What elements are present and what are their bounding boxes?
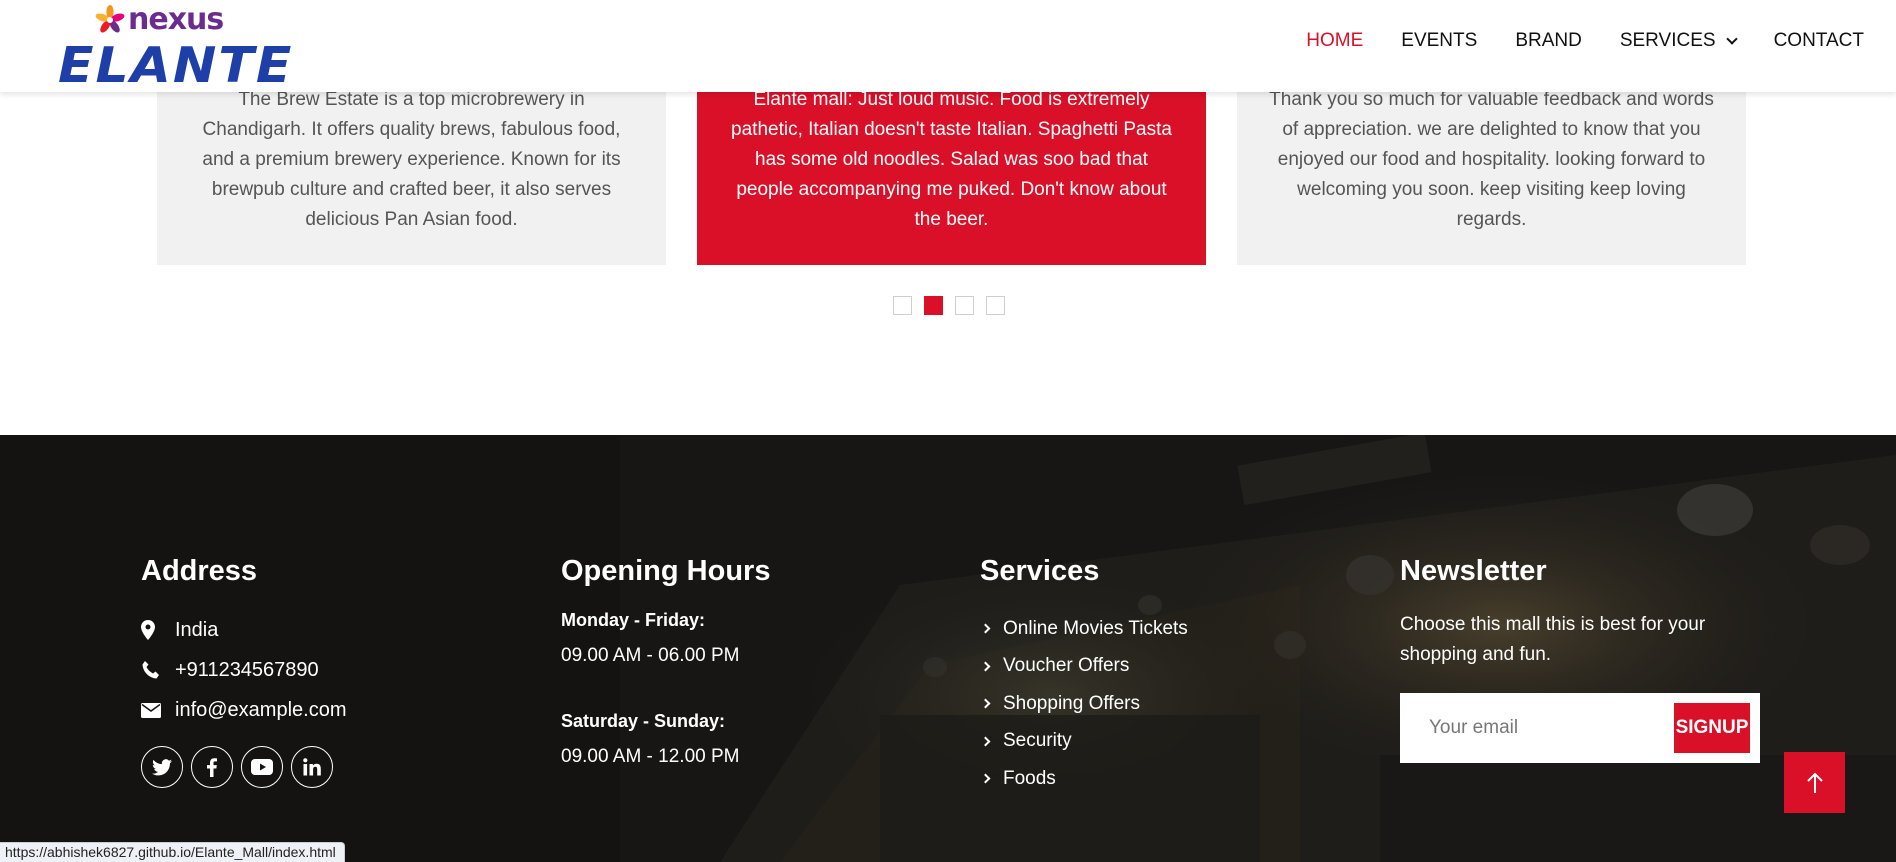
weekend-time: 09.00 AM - 12.00 PM [561, 746, 740, 767]
service-label: Online Movies Tickets [1003, 617, 1188, 639]
browser-status-url: https://abhishek6827.github.io/Elante_Ma… [0, 842, 345, 862]
site-logo[interactable]: nexus ELANTE [58, 2, 291, 91]
footer-address: Address India +911234567890 info@example… [141, 555, 346, 788]
back-to-top-button[interactable] [1784, 752, 1845, 813]
chevron-right-icon [980, 623, 991, 634]
footer-newsletter: Newsletter Choose this mall this is best… [1400, 555, 1760, 763]
chevron-right-icon [980, 736, 991, 747]
weekday-time: 09.00 AM - 06.00 PM [561, 645, 740, 666]
footer-opening-hours: Opening Hours Monday - Friday: 09.00 AM … [561, 555, 770, 768]
carousel-dots [893, 296, 1005, 315]
weekend-label: Saturday - Sunday: [561, 711, 726, 731]
envelope-icon [141, 702, 175, 718]
review-card-active: Elante mall: Just loud music. Food is ex… [697, 80, 1206, 265]
youtube-icon[interactable] [241, 746, 283, 788]
service-link-shopping[interactable]: Shopping Offers [980, 685, 1188, 723]
service-label: Voucher Offers [1003, 655, 1130, 677]
arrow-up-icon [1806, 772, 1823, 793]
chevron-right-icon [980, 698, 991, 709]
carousel-dot-3[interactable] [955, 296, 974, 315]
nav-contact[interactable]: CONTACT [1774, 30, 1864, 52]
footer-services: Services Online Movies Tickets Voucher O… [980, 555, 1188, 798]
nav-services[interactable]: SERVICES [1619, 30, 1738, 52]
service-link-foods[interactable]: Foods [980, 760, 1188, 798]
signup-button[interactable]: SIGNUP [1674, 703, 1750, 753]
service-link-vouchers[interactable]: Voucher Offers [980, 648, 1188, 686]
address-heading: Address [141, 555, 258, 587]
service-label: Security [1003, 730, 1072, 752]
email-text[interactable]: info@example.com [175, 699, 346, 722]
carousel-dot-1[interactable] [893, 296, 912, 315]
newsletter-form: SIGNUP [1400, 693, 1760, 763]
map-pin-icon [141, 620, 175, 640]
nav-services-label: SERVICES [1619, 30, 1716, 51]
service-link-security[interactable]: Security [980, 723, 1188, 761]
weekday-label: Monday - Friday: [561, 610, 706, 630]
phone-text[interactable]: +911234567890 [175, 659, 319, 682]
site-footer: Address India +911234567890 info@example… [0, 435, 1896, 862]
hours-heading: Opening Hours [561, 555, 771, 587]
facebook-icon[interactable] [191, 746, 233, 788]
logo-nexus-text: nexus [128, 2, 224, 37]
newsletter-text: Choose this mall this is best for your s… [1400, 614, 1706, 665]
chevron-right-icon [980, 661, 991, 672]
review-card: The Brew Estate is a top microbrewery in… [157, 80, 666, 265]
service-link-movies[interactable]: Online Movies Tickets [980, 610, 1188, 648]
newsletter-heading: Newsletter [1400, 555, 1547, 587]
services-heading: Services [980, 555, 1100, 587]
nexus-brand: nexus [94, 2, 224, 37]
site-header: nexus ELANTE HOME EVENTS BRAND SERVICES … [0, 0, 1896, 92]
carousel-dot-2[interactable] [924, 296, 943, 315]
newsletter-email-input[interactable] [1400, 703, 1674, 753]
phone-icon [141, 660, 175, 680]
chevron-down-icon [1725, 32, 1738, 45]
main-nav: HOME EVENTS BRAND SERVICES CONTACT [1306, 30, 1864, 52]
service-label: Shopping Offers [1003, 692, 1140, 714]
social-links [141, 746, 346, 788]
review-carousel: The Brew Estate is a top microbrewery in… [157, 80, 1746, 265]
twitter-icon[interactable] [141, 746, 183, 788]
nav-events[interactable]: EVENTS [1401, 30, 1477, 52]
carousel-dot-4[interactable] [986, 296, 1005, 315]
linkedin-icon[interactable] [291, 746, 333, 788]
address-phone: +911234567890 [141, 650, 346, 690]
nav-home[interactable]: HOME [1306, 30, 1363, 52]
address-email: info@example.com [141, 690, 346, 730]
logo-elante-text: ELANTE [58, 37, 294, 95]
location-text: India [175, 618, 219, 641]
nav-brand[interactable]: BRAND [1515, 30, 1582, 52]
hours-spacer [561, 667, 770, 707]
address-location: India [141, 610, 346, 650]
chevron-right-icon [980, 773, 991, 784]
review-card: Thank you so much for valuable feedback … [1237, 80, 1746, 265]
nexus-star-icon [95, 4, 125, 33]
service-label: Foods [1003, 767, 1056, 789]
